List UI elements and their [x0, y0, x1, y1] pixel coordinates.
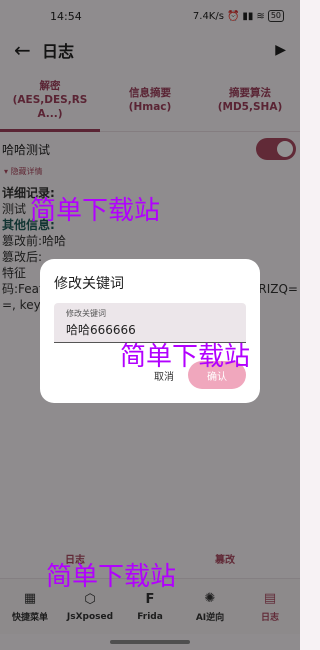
- edit-keyword-dialog: 修改关键词 修改关键词 取消 确认: [40, 259, 260, 403]
- watermark: 简单下载站: [30, 196, 161, 226]
- dialog-title: 修改关键词: [54, 276, 124, 292]
- watermark: 简单下载站: [120, 342, 251, 372]
- keyword-input[interactable]: [66, 322, 234, 337]
- watermark: 简单下载站: [46, 562, 177, 592]
- keyword-field-label: 修改关键词: [66, 309, 106, 318]
